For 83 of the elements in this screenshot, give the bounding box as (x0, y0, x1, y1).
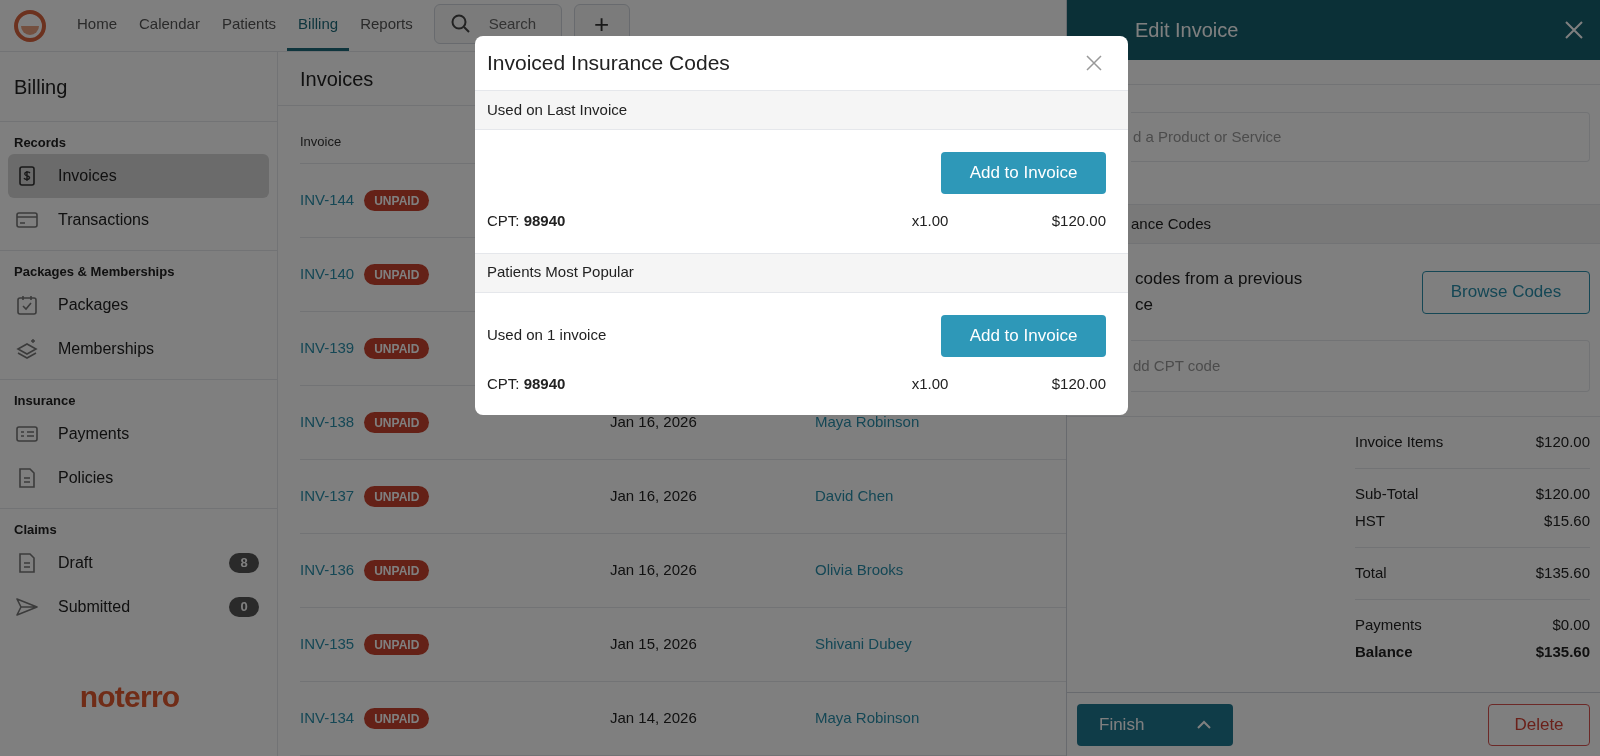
total-label: Invoice Items (1355, 432, 1444, 453)
add-to-invoice-button[interactable]: Add to Invoice (941, 314, 1106, 357)
search-icon (450, 14, 471, 34)
status-badge: UNPAID (364, 412, 430, 433)
layers-icon (16, 338, 38, 360)
send-icon (16, 596, 38, 618)
section-heading: Records (13, 134, 68, 153)
section-heading: Insurance (13, 392, 77, 411)
patient-link[interactable]: Shivani Dubey (815, 633, 912, 656)
nav-tab[interactable]: Billing (287, 0, 350, 51)
nav-tab[interactable]: Patients (210, 0, 288, 51)
status-badge: UNPAID (364, 634, 430, 655)
date-cell-text: Jan 14, 2026 (610, 708, 698, 729)
status-badge: UNPAID (364, 708, 430, 729)
document-icon (16, 467, 38, 489)
document-icon (16, 552, 38, 574)
dialog-title: Invoiced Insurance Codes (487, 50, 731, 77)
section-heading: Patients Most Popular (475, 252, 1128, 293)
total-value: $0.00 (1552, 615, 1590, 636)
close-icon (1086, 55, 1102, 71)
invoice-link[interactable]: INV-140 (300, 263, 355, 286)
status-badge: UNPAID (364, 190, 430, 211)
panel-title: Edit Invoice (1135, 18, 1240, 43)
date-cell-text: Jan 16, 2026 (610, 486, 698, 507)
close-icon (1564, 20, 1584, 40)
invoice-link[interactable]: INV-137 (300, 485, 355, 508)
total-label: Payments (1355, 615, 1422, 636)
total-value: $120.00 (1535, 432, 1590, 453)
invoice-link[interactable]: INV-139 (300, 337, 355, 360)
invoice-link[interactable]: INV-135 (300, 633, 355, 656)
status-badge: UNPAID (364, 264, 430, 285)
copy-codes-text: codes from a previous (1135, 268, 1304, 290)
date-cell-text: Jan 16, 2026 (610, 412, 698, 433)
count-badge: 0 (229, 597, 259, 617)
delete-button[interactable]: Delete (1488, 703, 1590, 746)
finish-button[interactable]: Finish (1077, 703, 1233, 746)
card-icon (16, 423, 38, 445)
total-label: HST (1355, 511, 1385, 532)
invoice-icon (16, 165, 38, 187)
browse-codes-button[interactable]: Browse Codes (1422, 270, 1590, 314)
total-value: $135.60 (1535, 563, 1590, 584)
price-text: $120.00 (1051, 373, 1106, 394)
total-label: Sub-Total (1355, 484, 1419, 505)
patient-link[interactable]: Olivia Brooks (815, 559, 904, 582)
usage-note: Used on 1 invoice (487, 325, 607, 346)
invoice-link[interactable]: INV-136 (300, 559, 355, 582)
logo-icon (14, 9, 46, 42)
cpt-code: CPT: 98940 (487, 373, 567, 394)
invoice-link[interactable]: INV-138 (300, 411, 355, 434)
status-badge: UNPAID (364, 338, 430, 359)
date-cell-text: Jan 15, 2026 (610, 634, 698, 655)
add-to-invoice-button[interactable]: Add to Invoice (941, 152, 1106, 194)
date-cell-text: Jan 16, 2026 (610, 560, 698, 581)
caret-up-icon (1197, 719, 1211, 730)
total-value: $120.00 (1535, 484, 1590, 505)
sidebar-item[interactable]: Invoices (8, 154, 269, 198)
status-badge: UNPAID (364, 486, 430, 507)
brand-logo: noterro (79, 679, 180, 715)
patient-link[interactable]: David Chen (815, 485, 894, 508)
nav-tab[interactable]: Home (66, 0, 128, 51)
section-heading: Claims (13, 521, 58, 540)
nav-tab[interactable]: Calendar (128, 0, 211, 51)
sidebar-title: Billing (0, 52, 277, 122)
quantity-text: x1.00 (911, 211, 950, 231)
section-heading: Used on Last Invoice (475, 90, 1128, 130)
invoice-link[interactable]: INV-134 (300, 707, 355, 730)
total-label: Total (1355, 563, 1387, 584)
calendar-check-icon (16, 294, 38, 316)
cpt-code: CPT: 98940 (487, 211, 567, 231)
total-label: Balance (1355, 642, 1413, 663)
count-badge: 8 (229, 553, 259, 573)
total-value: $135.60 (1535, 642, 1590, 663)
quantity-text: x1.00 (911, 373, 950, 394)
total-value: $15.60 (1544, 511, 1590, 532)
invoice-link[interactable]: INV-144 (300, 189, 355, 212)
patient-link[interactable]: Maya Robinson (815, 411, 920, 434)
copy-codes-text: ce (1135, 294, 1154, 316)
nav-tab[interactable]: Reports (349, 0, 424, 51)
status-badge: UNPAID (364, 560, 430, 581)
patient-link[interactable]: Maya Robinson (815, 707, 920, 730)
section-heading: Packages & Memberships (13, 263, 176, 282)
card-icon (16, 209, 38, 231)
column-header: Invoice (300, 132, 342, 151)
